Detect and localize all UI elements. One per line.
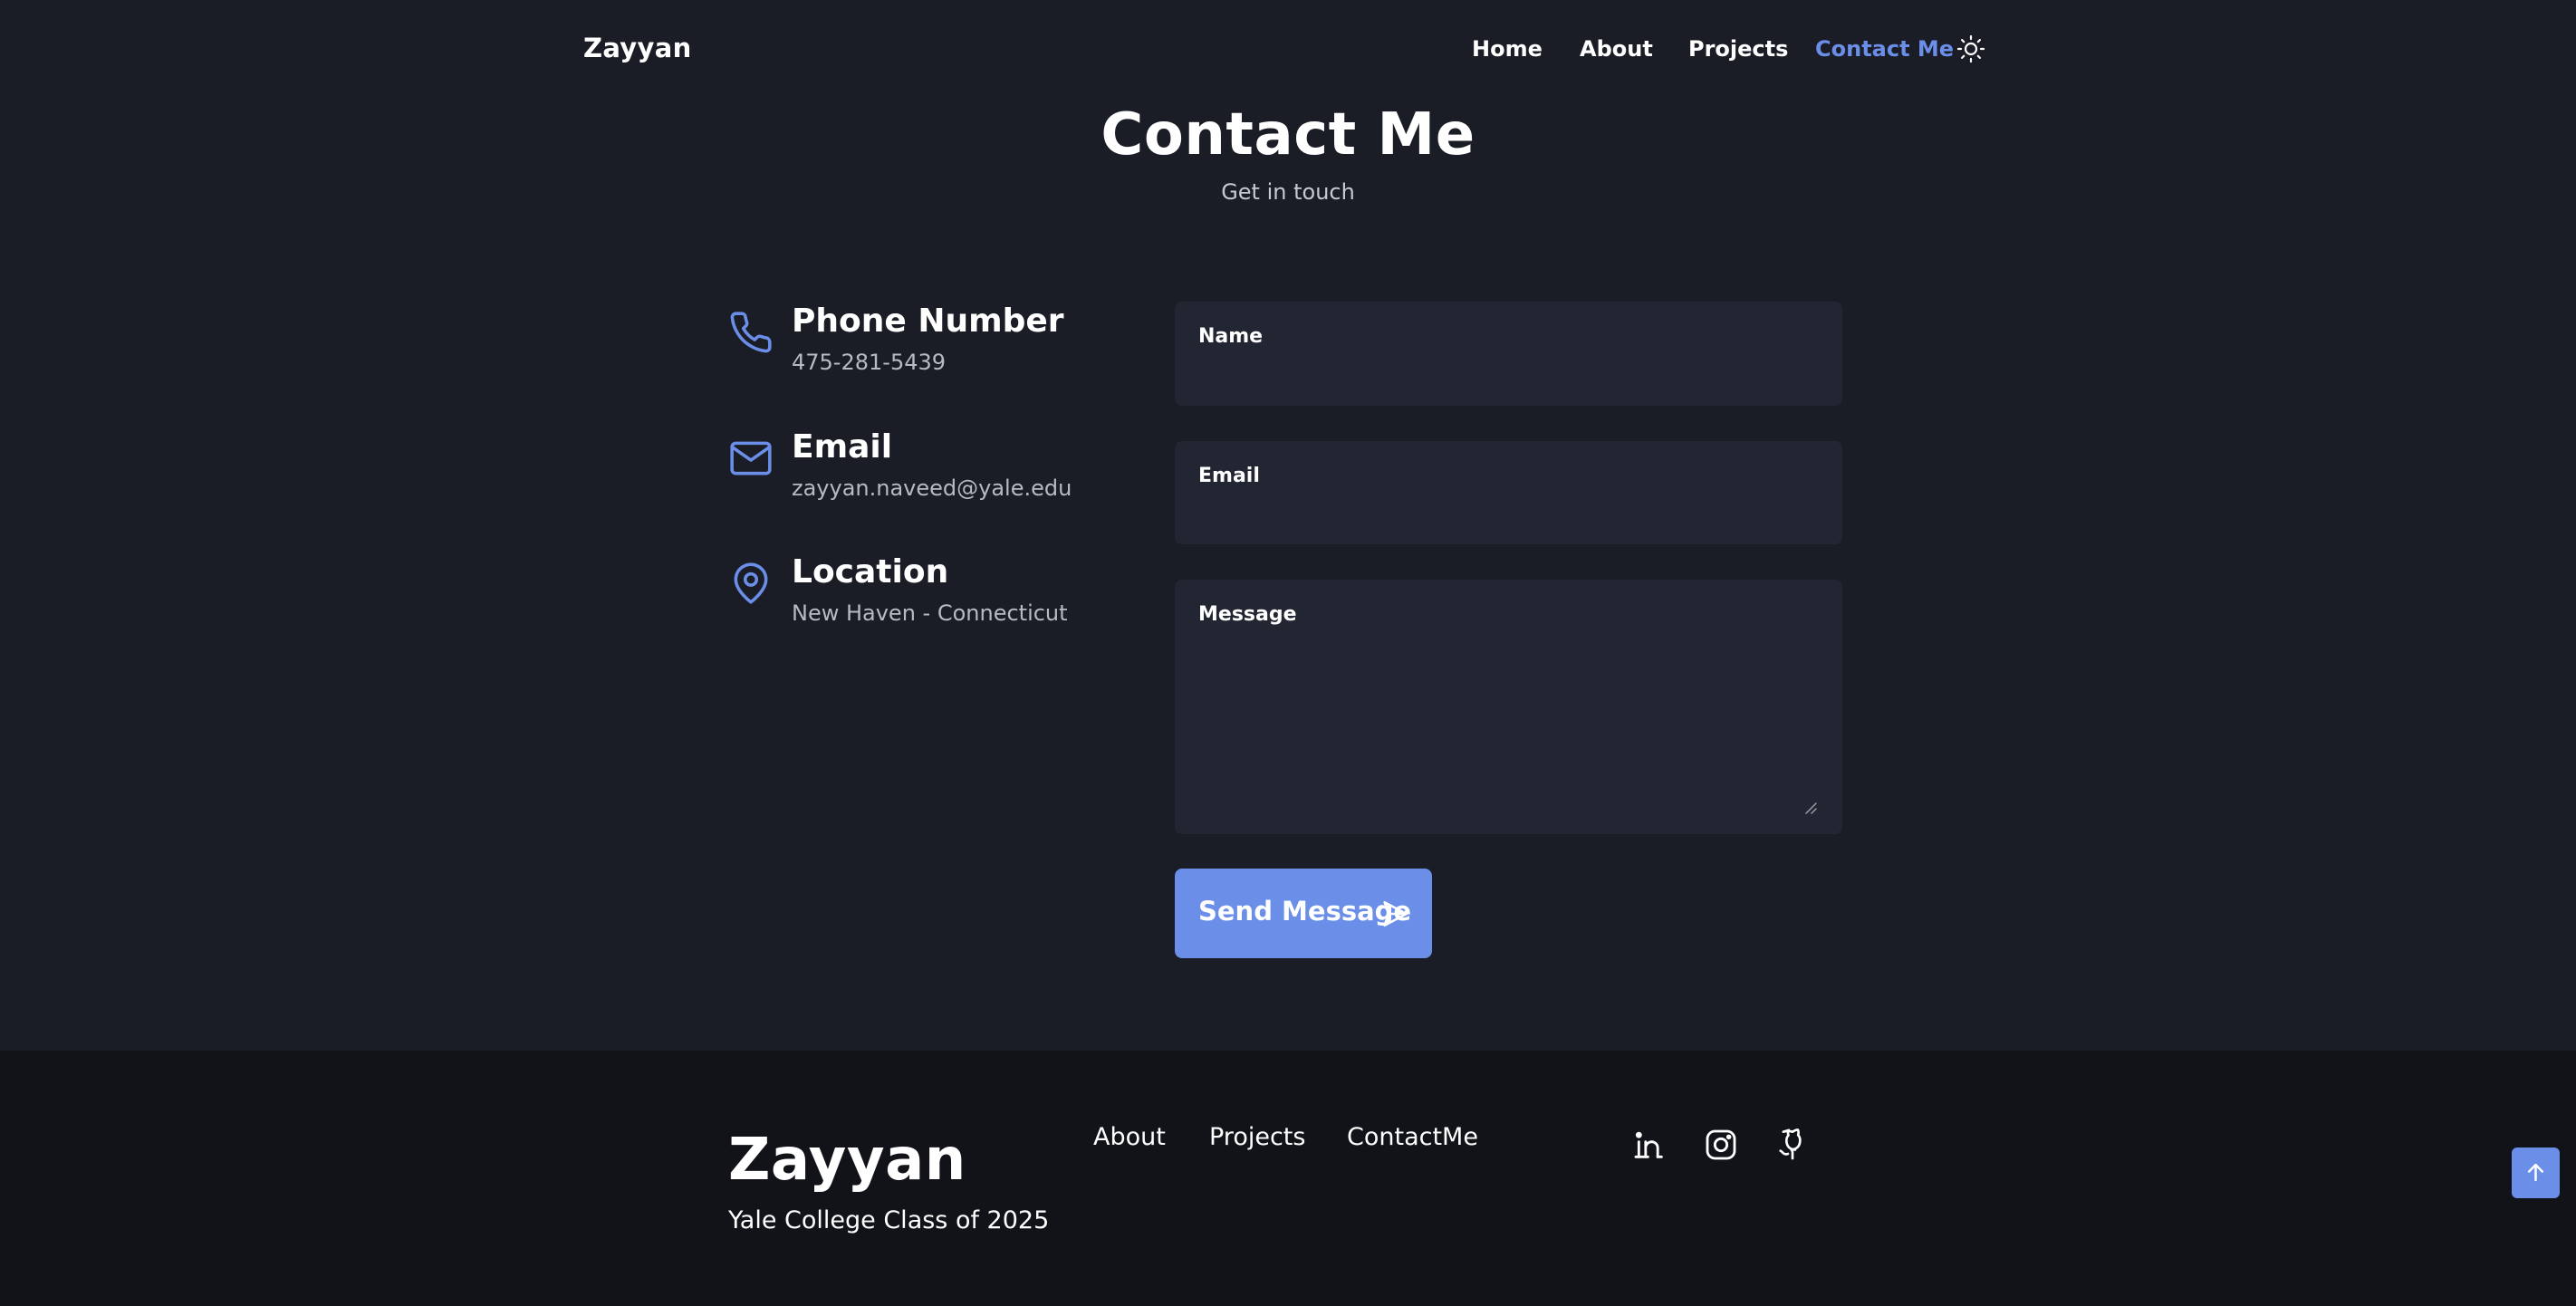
footer-link-contactme[interactable]: ContactMe [1347,1123,1478,1151]
contact-info-email: Email zayyan.naveed@yale.edu [728,428,1145,528]
email-value: zayyan.naveed@yale.edu [792,475,1072,501]
resize-handle-icon[interactable] [1804,802,1817,814]
phone-icon [730,312,772,353]
mail-icon [730,441,772,475]
site-footer: Zayyan Yale College Class of 2025 About … [0,1051,2576,1306]
name-field[interactable]: Name [1175,302,1842,406]
send-icon [1383,900,1408,927]
nav-about[interactable]: About [1580,36,1653,62]
theme-toggle-button[interactable] [1956,34,1985,63]
contact-info-phone: Phone Number 475-281-5439 [728,302,1145,402]
phone-title: Phone Number [792,302,1064,340]
message-field[interactable]: Message [1175,580,1842,834]
site-logo[interactable]: Zayyan [583,33,692,63]
page-title: Contact Me [1101,101,1475,168]
nav-contact-me[interactable]: Contact Me [1815,36,1954,62]
nav-projects[interactable]: Projects [1688,36,1788,62]
location-value: New Haven - Connecticut [792,600,1068,626]
name-input[interactable] [1198,358,1819,394]
sun-icon [1956,34,1985,63]
email-field[interactable]: Email [1175,441,1842,544]
site-header: Zayyan Home About Projects Contact Me [0,0,2576,101]
phone-value: 475-281-5439 [792,350,947,375]
instagram-icon [1706,1129,1736,1160]
linkedin-icon [1634,1131,1663,1158]
github-link[interactable] [1774,1127,1811,1163]
contact-info-location: Location New Haven - Connecticut [728,553,1145,653]
map-pin-icon [734,562,768,604]
footer-tagline: Yale College Class of 2025 [728,1206,1050,1234]
nav-home[interactable]: Home [1472,36,1543,62]
scroll-to-top-button[interactable] [2512,1148,2560,1198]
instagram-link[interactable] [1703,1127,1739,1163]
linkedin-link[interactable] [1631,1127,1668,1163]
github-icon [1779,1128,1802,1160]
arrow-up-icon [2527,1163,2544,1182]
name-label: Name [1198,325,1264,348]
email-title: Email [792,428,893,466]
footer-link-projects[interactable]: Projects [1209,1123,1305,1151]
message-textarea[interactable] [1198,636,1819,816]
page-subtitle: Get in touch [1221,179,1355,205]
email-label: Email [1198,465,1260,487]
location-title: Location [792,553,949,591]
footer-link-about[interactable]: About [1093,1123,1166,1151]
send-message-button[interactable]: Send Message [1175,869,1432,958]
email-input[interactable] [1198,497,1819,533]
footer-logo: Zayyan [728,1127,966,1194]
message-label: Message [1198,603,1297,626]
